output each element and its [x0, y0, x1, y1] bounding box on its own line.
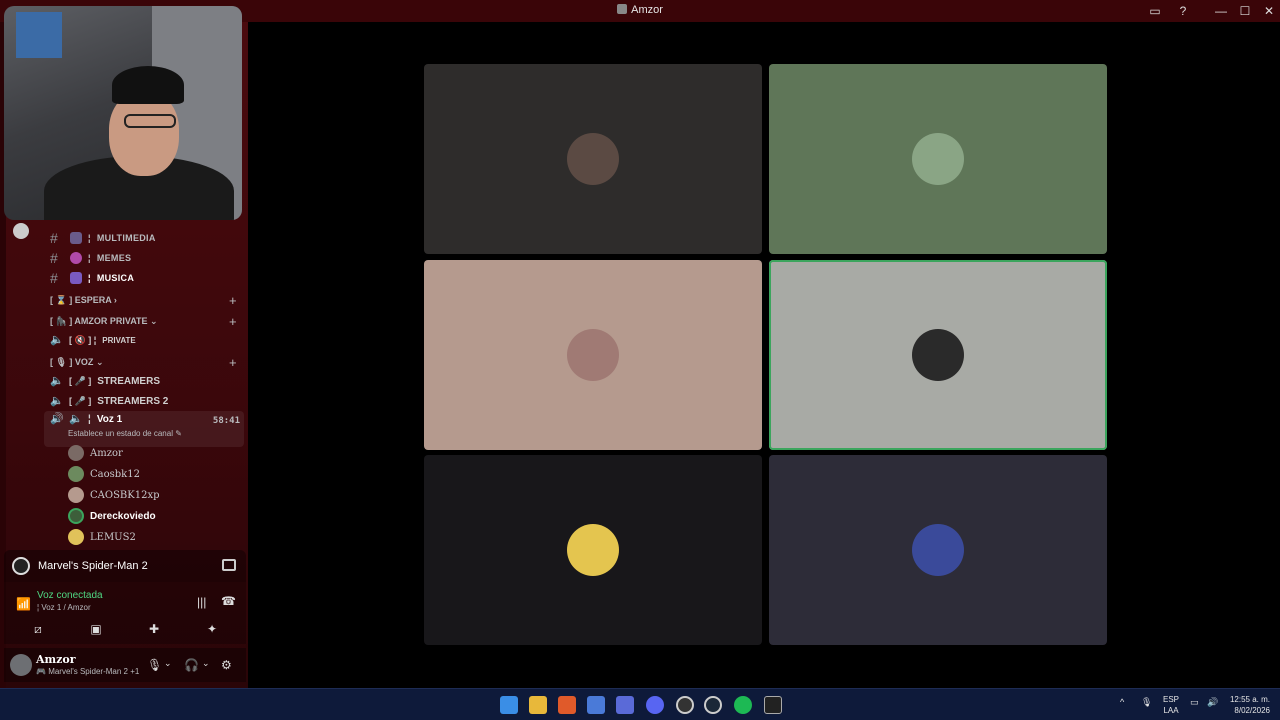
- voice-channel-streamers-2[interactable]: 🔈 [ 🎤 ] STREAMERS 2: [50, 392, 168, 410]
- add-channel-icon[interactable]: +: [229, 314, 237, 329]
- clock[interactable]: 12:55 a. m. 8/02/2026: [1222, 694, 1270, 716]
- voice-connected-label[interactable]: Voz conectada: [37, 590, 103, 601]
- category-voz[interactable]: [ 🎙 ] VOZ ⌄: [50, 357, 103, 371]
- music-icon: [70, 272, 82, 284]
- channel-musica[interactable]: # ¦ MUSICA: [50, 269, 134, 287]
- hash-icon: #: [50, 250, 59, 266]
- avatar: [68, 487, 84, 503]
- speaker-icon: 🔈: [50, 394, 64, 407]
- webcam-overlay: [4, 6, 242, 220]
- user-status: 🎮 Marvel's Spider-Man 2 +1: [36, 667, 140, 676]
- participant-tile[interactable]: [769, 260, 1107, 450]
- folder-icon: [70, 232, 82, 244]
- brave-icon[interactable]: [558, 696, 576, 714]
- browser-icon[interactable]: [676, 696, 694, 714]
- avatar: [68, 445, 84, 461]
- speaker-icon: 🔈: [50, 333, 64, 346]
- avatar: [912, 524, 964, 576]
- participant-tile[interactable]: [769, 455, 1107, 645]
- user-panel: Amzor 🎮 Marvel's Spider-Man 2 +1 🎙 ⌄ 🎧 ⌄…: [4, 648, 246, 682]
- microphone-icon[interactable]: 🎙: [147, 658, 162, 672]
- voice-member[interactable]: Caosbk12: [68, 464, 140, 484]
- hash-icon: #: [50, 230, 59, 246]
- avatar: [68, 529, 84, 545]
- speaker-icon: 🔈: [69, 413, 83, 425]
- maximize-icon[interactable]: ☐: [1237, 3, 1253, 19]
- camera-off-icon[interactable]: ⧄: [30, 622, 46, 636]
- hash-icon: #: [50, 270, 59, 286]
- avatar: [567, 524, 619, 576]
- voice-member[interactable]: CAOSBK12xp: [68, 485, 160, 505]
- headphones-icon[interactable]: 🎧: [184, 658, 199, 672]
- soundboard-icon[interactable]: ✦: [204, 622, 220, 636]
- noise-suppression-icon[interactable]: |||: [197, 595, 206, 609]
- avatar[interactable]: [10, 654, 32, 676]
- avatar: [912, 133, 964, 185]
- voice-member[interactable]: Amzor: [68, 443, 123, 463]
- participant-tile[interactable]: [769, 64, 1107, 254]
- discord-icon[interactable]: [646, 696, 664, 714]
- username[interactable]: Amzor: [36, 653, 76, 666]
- speaker-icon: 🔊: [50, 413, 64, 425]
- avatar: [912, 329, 964, 381]
- share-screen-icon[interactable]: ▣: [88, 622, 104, 636]
- channel-multimedia[interactable]: # ¦ MULTIMEDIA: [50, 229, 156, 247]
- file-explorer-icon[interactable]: [529, 696, 547, 714]
- voice-channel-voz-1[interactable]: 🔊 🔈 ¦ Voz 1 58:41 Establece un estado de…: [44, 411, 244, 447]
- steam-icon[interactable]: [704, 696, 722, 714]
- speaker-icon: 🔈: [50, 374, 64, 387]
- signal-icon: 📶: [16, 597, 31, 611]
- avatar: [68, 466, 84, 482]
- activities-icon[interactable]: ✚: [146, 622, 162, 636]
- spider-icon: [12, 557, 30, 575]
- chevron-down-icon[interactable]: ⌄: [202, 658, 210, 669]
- voice-member[interactable]: LEMUS2: [68, 527, 136, 547]
- category-amzor-private[interactable]: [ 🦍 ] AMZOR PRIVATE ⌄: [50, 316, 158, 330]
- add-channel-icon[interactable]: +: [229, 355, 237, 370]
- voice-channel-private[interactable]: 🔈 [ 🔇 ] ¦ PRIVATE: [50, 331, 136, 349]
- call-timer: 58:41: [212, 416, 240, 426]
- participant-tile[interactable]: [424, 260, 762, 450]
- microphone-icon[interactable]: 🎙: [1141, 697, 1152, 708]
- game-activity[interactable]: Marvel's Spider-Man 2: [4, 550, 246, 582]
- server-icon[interactable]: [13, 223, 29, 239]
- category-espera[interactable]: [ ⌛ ] ESPERA ›: [50, 295, 117, 309]
- voice-grid: [248, 22, 1280, 688]
- spiderman-game-icon[interactable]: [764, 696, 782, 714]
- app-icon: [617, 4, 628, 14]
- avatar: [567, 133, 619, 185]
- participant-tile[interactable]: [424, 455, 762, 645]
- display-icon[interactable]: ▭: [1190, 697, 1199, 708]
- disconnect-icon[interactable]: ☎: [221, 594, 236, 608]
- chevron-down-icon[interactable]: ⌄: [164, 658, 172, 669]
- inbox-icon[interactable]: ▭: [1147, 3, 1163, 19]
- add-channel-icon[interactable]: +: [229, 293, 237, 308]
- channel-status[interactable]: Establece un estado de canal ✎: [68, 429, 182, 438]
- volume-icon[interactable]: 🔊: [1207, 697, 1218, 708]
- avatar: [68, 508, 84, 524]
- game-controller-icon[interactable]: [616, 696, 634, 714]
- chevron-up-icon[interactable]: ^: [1120, 697, 1124, 707]
- close-icon[interactable]: ✕: [1261, 3, 1277, 19]
- spotify-icon[interactable]: [734, 696, 752, 714]
- avatar: [567, 329, 619, 381]
- participant-tile[interactable]: [424, 64, 762, 254]
- voice-member[interactable]: Dereckoviedo: [68, 506, 156, 526]
- discord-window: Amzor ▭ ? — ☐ ✕ # ¦ MULTIMEDIA # ¦ MEMES…: [0, 0, 1280, 720]
- minimize-icon[interactable]: —: [1213, 3, 1229, 19]
- settings-gear-icon[interactable]: ⚙: [221, 658, 232, 672]
- store-icon[interactable]: [587, 696, 605, 714]
- voice-location: ¦ Voz 1 / Amzor: [37, 603, 91, 612]
- channel-memes[interactable]: # ¦ MEMES: [50, 249, 131, 267]
- stream-icon[interactable]: [222, 559, 236, 571]
- start-icon[interactable]: [500, 696, 518, 714]
- language-indicator[interactable]: ESP LAA: [1160, 694, 1182, 716]
- help-icon[interactable]: ?: [1175, 3, 1191, 19]
- voice-connection-panel: 📶 Voz conectada ¦ Voz 1 / Amzor ||| ☎ ⧄ …: [4, 582, 246, 644]
- windows-taskbar: ^ 🎙 ESP LAA ▭ 🔊 12:55 a. m. 8/02/2026: [0, 688, 1280, 720]
- emoji-icon: [70, 252, 82, 264]
- voice-channel-streamers[interactable]: 🔈 [ 🎤 ] STREAMERS: [50, 372, 160, 390]
